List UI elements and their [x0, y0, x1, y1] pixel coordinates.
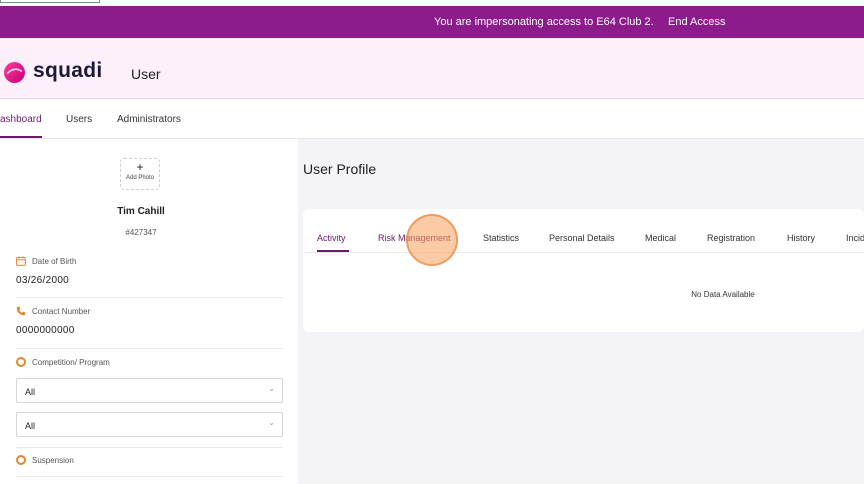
competition-label-text: Competition/ Program	[32, 357, 110, 367]
add-photo-button[interactable]: + Add Photo	[120, 158, 160, 190]
plus-icon: +	[136, 160, 144, 174]
profile-tabs: Activity Risk Management Statistics Pers…	[303, 209, 864, 253]
contact-label-text: Contact Number	[32, 306, 91, 316]
competition-select[interactable]: All ⌄	[16, 378, 283, 403]
competition-select-value: All	[25, 387, 36, 397]
calendar-icon	[16, 256, 26, 266]
tab-administrators[interactable]: Administrators	[117, 114, 181, 125]
user-profile-title: User Profile	[303, 161, 377, 177]
logo-text: squadi	[33, 59, 103, 82]
profile-card: Activity Risk Management Statistics Pers…	[303, 209, 864, 332]
impersonation-banner: You are impersonating access to E64 Club…	[0, 6, 864, 38]
divider	[16, 297, 283, 298]
tab-history[interactable]: History	[787, 233, 815, 243]
suspension-circle-icon	[16, 455, 26, 465]
impersonation-message: You are impersonating access to E64 Club…	[434, 16, 654, 28]
program-select-value: All	[25, 421, 36, 431]
tab-personal-details[interactable]: Personal Details	[549, 233, 615, 243]
add-photo-label: Add Photo	[125, 175, 155, 181]
active-tab-indicator	[0, 136, 42, 138]
program-select[interactable]: All ⌄	[16, 412, 283, 437]
user-sidebar: + Add Photo Tim Cahill #427347 Date of B…	[0, 139, 298, 484]
chevron-down-icon: ⌄	[268, 418, 275, 427]
top-nav: ashboard Users Administrators	[0, 99, 864, 139]
competition-circle-icon	[16, 357, 26, 367]
dob-label: Date of Birth	[16, 256, 76, 266]
suspension-label: Suspension	[16, 455, 74, 465]
contact-label: Contact Number	[16, 306, 90, 316]
tab-medical[interactable]: Medical	[645, 233, 676, 243]
divider	[16, 476, 283, 477]
phone-icon	[16, 306, 26, 316]
app-header: squadi User	[0, 38, 864, 99]
dob-value: 03/26/2000	[16, 275, 70, 286]
dob-label-text: Date of Birth	[32, 256, 77, 266]
user-id: #427347	[125, 228, 157, 237]
active-tab-indicator	[317, 250, 349, 252]
tab-incidents[interactable]: Incid	[846, 233, 864, 243]
page-title: User	[131, 66, 161, 82]
competition-label: Competition/ Program	[16, 357, 110, 367]
contact-value: 0000000000	[16, 325, 75, 336]
tab-users[interactable]: Users	[66, 114, 92, 125]
divider	[16, 447, 283, 448]
no-data-message: No Data Available	[691, 290, 755, 299]
tab-risk-management[interactable]: Risk Management	[378, 233, 451, 243]
tab-statistics[interactable]: Statistics	[483, 233, 519, 243]
end-access-link[interactable]: End Access	[668, 16, 725, 28]
chevron-down-icon: ⌄	[268, 384, 275, 393]
tab-registration[interactable]: Registration	[707, 233, 755, 243]
tab-activity[interactable]: Activity	[317, 233, 346, 243]
divider	[16, 348, 283, 349]
browser-input-edge	[0, 0, 100, 3]
tab-dashboard[interactable]: ashboard	[0, 114, 42, 125]
user-name: Tim Cahill	[117, 206, 165, 217]
squadi-logo-icon	[4, 62, 25, 83]
suspension-label-text: Suspension	[32, 455, 74, 465]
